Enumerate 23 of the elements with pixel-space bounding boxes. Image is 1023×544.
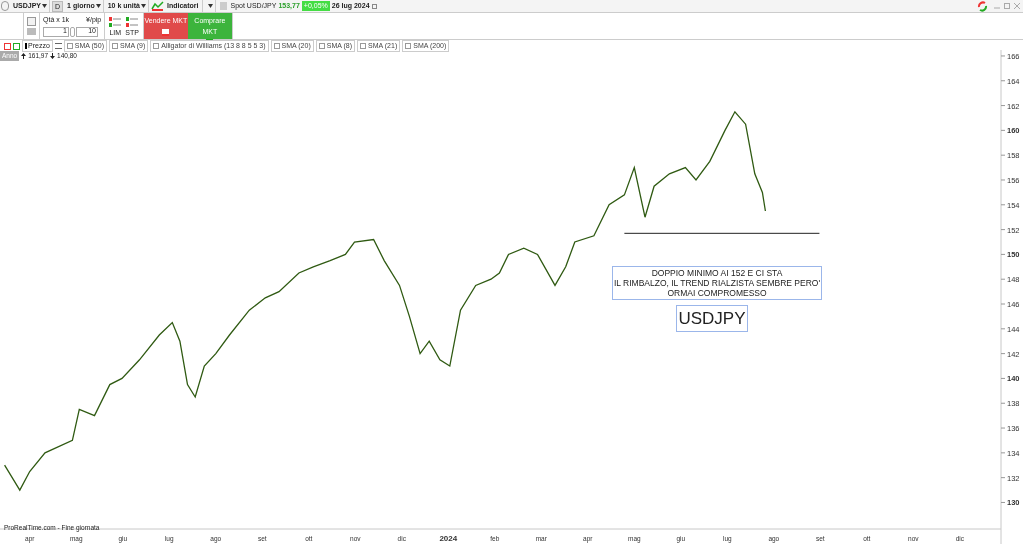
- refresh-icon[interactable]: [977, 0, 988, 12]
- close-icon[interactable]: [1014, 3, 1020, 9]
- symbol-label: USDJPY: [676, 305, 748, 332]
- caret-icon[interactable]: [207, 4, 213, 8]
- restore-icon[interactable]: [1004, 3, 1010, 9]
- checkbox[interactable]: [360, 43, 367, 49]
- spinner-icon[interactable]: [70, 26, 75, 37]
- down-arrow-icon: [50, 52, 56, 59]
- checkbox[interactable]: [112, 43, 118, 49]
- annotation-box: DOPPIO MINIMO AI 152 E CI STA IL RIMBALZO, IL TREND RIALZISTA SEMBRE PERO' ORMAI COMPROMESSO: [612, 266, 822, 300]
- indicators-icon[interactable]: [151, 1, 164, 11]
- checkbox[interactable]: [273, 43, 280, 49]
- checkbox[interactable]: [318, 43, 325, 49]
- list-icon[interactable]: [54, 43, 62, 49]
- caret-icon[interactable]: [141, 3, 146, 8]
- checkbox[interactable]: [66, 43, 73, 49]
- caret-icon[interactable]: [95, 3, 101, 8]
- up-arrow-icon: [21, 52, 27, 59]
- caret-icon[interactable]: [42, 3, 47, 8]
- axis-label: 2024: [439, 534, 458, 543]
- square-icon[interactable]: [371, 3, 377, 9]
- checkbox[interactable]: [153, 43, 160, 49]
- checkbox[interactable]: [405, 43, 412, 49]
